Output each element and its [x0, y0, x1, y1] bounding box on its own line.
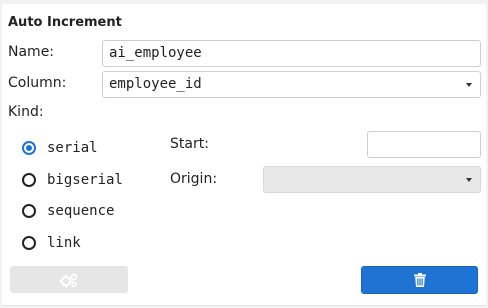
trash-icon [413, 273, 426, 287]
start-input[interactable] [367, 131, 481, 158]
radio-sequence[interactable] [22, 204, 36, 218]
kind-option-bigserial[interactable]: bigserial [22, 170, 123, 190]
start-label: Start: [170, 136, 209, 152]
chevron-down-icon [466, 83, 472, 87]
origin-select[interactable] [263, 166, 481, 193]
column-select[interactable]: employee_id [102, 71, 481, 98]
section-title: Auto Increment [8, 15, 122, 30]
kind-option-link[interactable]: link [22, 233, 81, 253]
column-select-value: employee_id [109, 76, 202, 92]
kind-option-sequence[interactable]: sequence [22, 201, 114, 221]
origin-label: Origin: [170, 171, 218, 187]
radio-label-bigserial: bigserial [47, 172, 123, 188]
kind-label: Kind: [8, 104, 44, 120]
radio-label-sequence: sequence [47, 203, 115, 219]
gears-icon [59, 273, 78, 287]
name-input[interactable]: ai_employee [102, 40, 481, 67]
settings-button[interactable] [10, 266, 128, 293]
radio-bigserial[interactable] [22, 173, 36, 187]
kind-option-serial[interactable]: serial [22, 138, 98, 158]
radio-serial[interactable] [22, 141, 36, 155]
radio-label-link: link [47, 235, 81, 251]
radio-label-serial: serial [47, 140, 98, 156]
chevron-down-icon [466, 178, 472, 182]
delete-button[interactable] [361, 266, 478, 294]
radio-link[interactable] [22, 236, 36, 250]
column-label: Column: [8, 75, 67, 91]
name-label: Name: [8, 44, 55, 60]
